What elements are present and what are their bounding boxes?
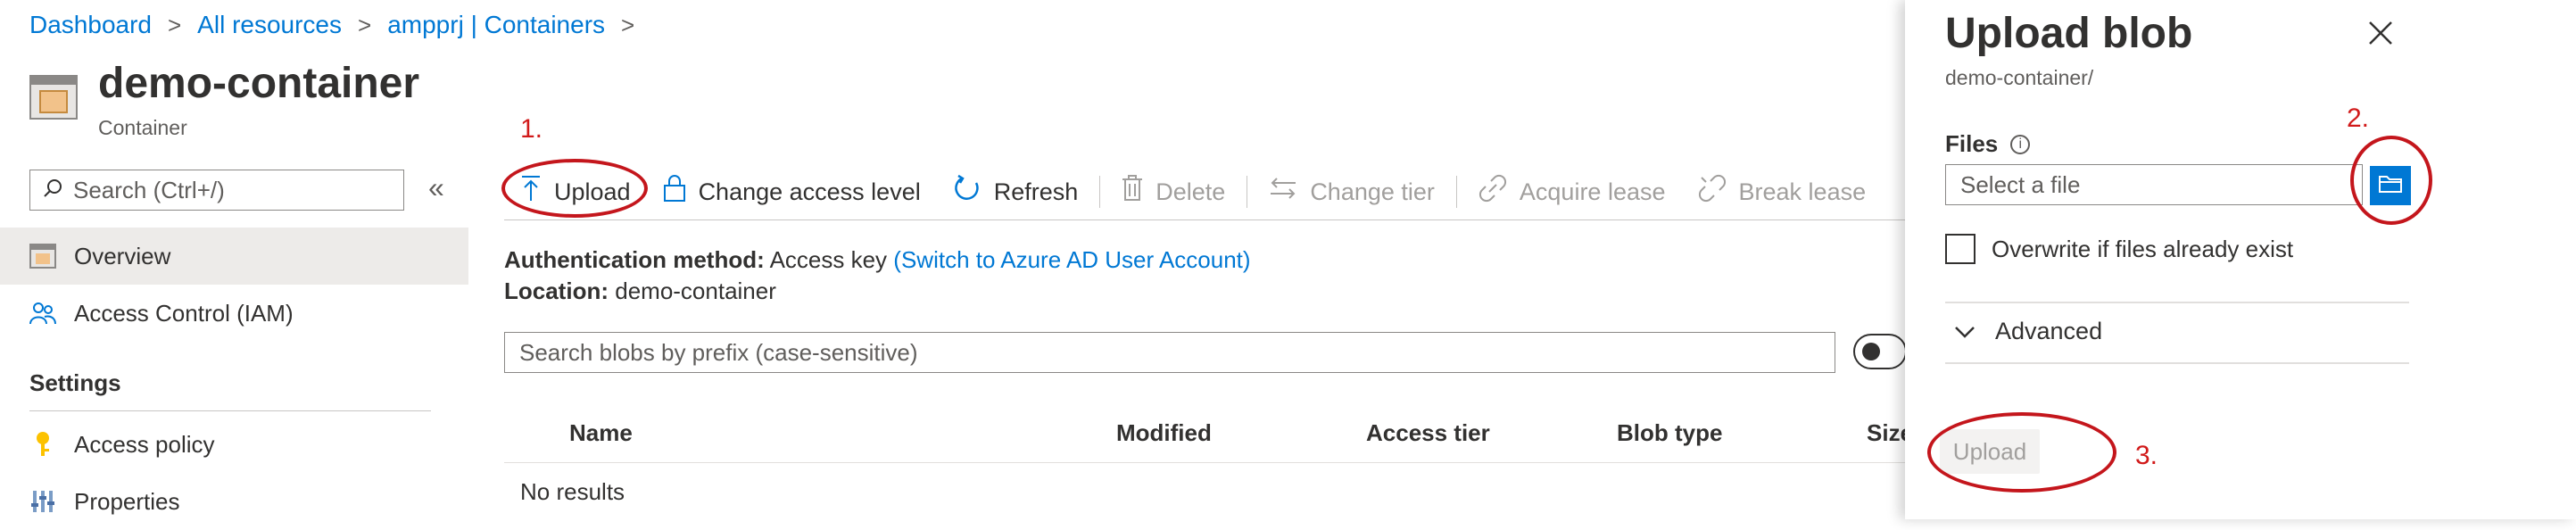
- container-icon: [29, 244, 56, 269]
- collapse-sidebar-icon[interactable]: «: [428, 171, 444, 204]
- break-lease-button[interactable]: Break lease: [1682, 174, 1883, 210]
- acquire-lease-button[interactable]: Acquire lease: [1462, 174, 1682, 210]
- blob-search-input[interactable]: Search blobs by prefix (case-sensitive): [504, 332, 1835, 373]
- annotation-ellipse-upload: [501, 159, 648, 218]
- auth-method-label: Authentication method:: [504, 246, 765, 273]
- auth-method-row: Authentication method: Access key (Switc…: [504, 246, 1251, 274]
- refresh-label: Refresh: [993, 178, 1079, 205]
- swap-arrows-icon: [1269, 176, 1297, 208]
- location-row: Location: demo-container: [504, 277, 776, 305]
- blob-search-placeholder: Search blobs by prefix (case-sensitive): [519, 338, 918, 366]
- page-subtitle: Container: [98, 116, 187, 139]
- annotation-step-2: 2.: [2347, 104, 2370, 133]
- breadcrumb: Dashboard > All resources > ampprj | Con…: [29, 11, 634, 39]
- broken-link-icon: [1698, 174, 1727, 210]
- sidebar-item-label: Properties: [74, 487, 180, 515]
- change-tier-button[interactable]: Change tier: [1253, 176, 1451, 208]
- trash-icon: [1122, 175, 1143, 209]
- command-bar: Upload Change access level Refresh Delet…: [504, 170, 1882, 214]
- sidebar-item-label: Overview: [74, 242, 171, 269]
- container-icon: [29, 75, 78, 120]
- change-access-level-button[interactable]: Change access level: [647, 174, 937, 210]
- empty-state-text: No results: [520, 478, 625, 505]
- properties-icon: [29, 489, 56, 514]
- annotation-ellipse-browse: [2350, 136, 2432, 225]
- people-icon: [29, 301, 56, 326]
- close-icon[interactable]: [2366, 16, 2395, 56]
- panel-divider: [1945, 362, 2409, 364]
- breadcrumb-dashboard[interactable]: Dashboard: [29, 11, 152, 39]
- sidebar-search-placeholder: Search (Ctrl+/): [73, 176, 225, 203]
- change-access-level-label: Change access level: [698, 178, 921, 205]
- chevron-right-icon: >: [167, 11, 182, 38]
- column-header-access-tier[interactable]: Access tier: [1366, 419, 1490, 447]
- file-select-placeholder: Select a file: [1960, 170, 2081, 198]
- toolbar-divider: [504, 219, 1905, 220]
- column-header-name[interactable]: Name: [569, 419, 633, 447]
- panel-path: demo-container/: [1945, 66, 2094, 89]
- annotation-ellipse-upload-submit: [1927, 412, 2116, 493]
- files-field-label: Files i: [1945, 130, 2031, 158]
- files-label-text: Files: [1945, 130, 1999, 157]
- location-value: demo-container: [615, 277, 776, 304]
- page-title: demo-container: [98, 60, 420, 107]
- chevron-right-icon: >: [358, 11, 372, 38]
- auth-method-value: Access key: [769, 246, 888, 273]
- column-header-blob-type[interactable]: Blob type: [1617, 419, 1722, 447]
- divider: [29, 410, 431, 411]
- acquire-lease-label: Acquire lease: [1519, 178, 1666, 205]
- overwrite-label: Overwrite if files already exist: [1992, 236, 2294, 262]
- chevron-down-icon: [1954, 318, 1975, 345]
- change-tier-label: Change tier: [1310, 178, 1435, 205]
- sidebar-item-label: Access Control (IAM): [74, 299, 294, 327]
- advanced-label: Advanced: [1995, 318, 2103, 344]
- location-label: Location:: [504, 277, 609, 304]
- panel-title: Upload blob: [1945, 10, 2193, 57]
- link-icon: [1479, 174, 1507, 210]
- delete-button[interactable]: Delete: [1106, 175, 1241, 209]
- breadcrumb-all-resources[interactable]: All resources: [197, 11, 342, 39]
- overwrite-checkbox[interactable]: [1945, 234, 1975, 264]
- sidebar-search-input[interactable]: Search (Ctrl+/): [29, 170, 404, 211]
- switch-auth-link[interactable]: (Switch to Azure AD User Account): [893, 246, 1250, 273]
- advanced-expander[interactable]: Advanced: [1954, 318, 2102, 345]
- info-icon[interactable]: i: [2010, 134, 2031, 154]
- annotation-step-1: 1.: [520, 114, 543, 144]
- panel-divider: [1945, 302, 2409, 303]
- delete-label: Delete: [1155, 178, 1226, 205]
- settings-heading: Settings: [29, 369, 121, 396]
- refresh-button[interactable]: Refresh: [937, 174, 1095, 210]
- sidebar-item-properties[interactable]: Properties: [0, 473, 468, 530]
- search-icon: [43, 177, 62, 204]
- toolbar-separator: [1099, 176, 1101, 208]
- key-icon: [29, 431, 56, 458]
- table-header-divider: [504, 462, 1905, 463]
- toggle-knob: [1862, 343, 1880, 360]
- sidebar-item-label: Access policy: [74, 430, 215, 458]
- annotation-step-3: 3.: [2135, 441, 2158, 470]
- sidebar-item-iam[interactable]: Access Control (IAM): [0, 285, 468, 342]
- lock-icon: [663, 174, 686, 210]
- breadcrumb-containers[interactable]: ampprj | Containers: [387, 11, 605, 39]
- break-lease-label: Break lease: [1738, 178, 1867, 205]
- sidebar-item-access-policy[interactable]: Access policy: [0, 416, 468, 473]
- chevron-right-icon: >: [621, 11, 635, 38]
- sidebar-item-overview[interactable]: Overview: [0, 228, 468, 285]
- column-header-modified[interactable]: Modified: [1116, 419, 1212, 447]
- show-deleted-toggle[interactable]: [1853, 334, 1907, 369]
- refresh-icon: [953, 174, 982, 210]
- file-select-input[interactable]: Select a file: [1945, 164, 2363, 205]
- toolbar-separator: [1455, 176, 1457, 208]
